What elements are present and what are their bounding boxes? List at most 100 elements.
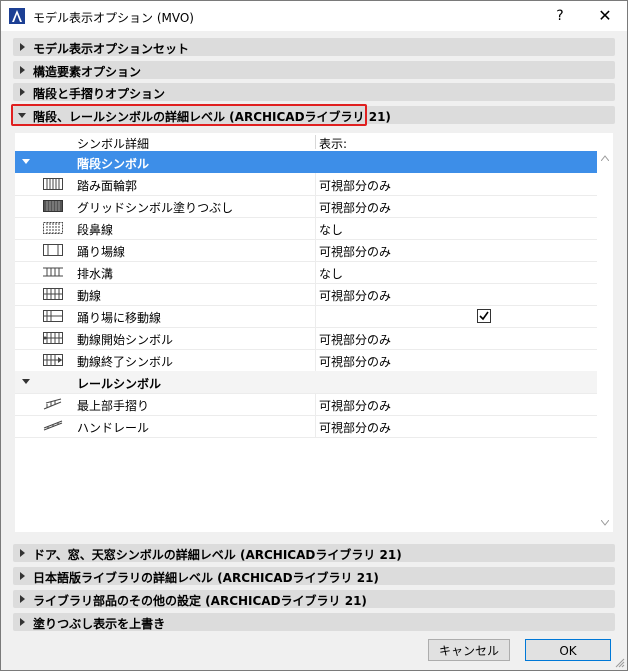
- walk-start-icon: [43, 332, 63, 344]
- group-row-rails[interactable]: レールシンボル: [15, 371, 597, 394]
- expand-arrow-icon: [20, 88, 25, 96]
- column-divider: [315, 415, 316, 437]
- section-structural-options[interactable]: 構造要素オプション: [13, 61, 615, 79]
- column-divider: [315, 327, 316, 349]
- column-divider: [315, 261, 316, 283]
- table-row[interactable]: ハンドレール 可視部分のみ: [15, 415, 597, 438]
- row-value[interactable]: なし: [319, 221, 343, 238]
- row-name: 最上部手摺り: [77, 399, 150, 413]
- grid-fill-icon: [43, 200, 63, 212]
- column-divider: [315, 393, 316, 415]
- row-value[interactable]: 可視部分のみ: [319, 177, 391, 194]
- column-divider: [315, 239, 316, 261]
- expand-arrow-icon: [20, 595, 25, 603]
- section-label: 階段と手摺りオプション: [33, 87, 166, 101]
- close-button[interactable]: ✕: [595, 7, 615, 25]
- table-row[interactable]: 動線終了シンボル 可視部分のみ: [15, 349, 597, 372]
- help-button[interactable]: ?: [550, 7, 570, 25]
- table-row[interactable]: 踊り場に移動線: [15, 305, 597, 328]
- row-name: 動線終了シンボル: [77, 355, 174, 369]
- expand-arrow-icon: [20, 43, 25, 51]
- table-row[interactable]: 最上部手摺り 可視部分のみ: [15, 393, 597, 416]
- column-divider: [315, 305, 316, 327]
- expand-arrow-icon: [20, 618, 25, 626]
- nosing-line-icon: [43, 222, 63, 234]
- column-divider: [315, 283, 316, 305]
- section-japanese-library-detail[interactable]: 日本語版ライブラリの詳細レベル (ARCHICADライブラリ 21): [13, 567, 615, 585]
- handrail-icon: [43, 420, 63, 431]
- row-name: グリッドシンボル塗りつぶし: [77, 201, 234, 215]
- table-row[interactable]: 動線開始シンボル 可視部分のみ: [15, 327, 597, 350]
- top-rail-icon: [43, 398, 62, 410]
- section-library-part-settings[interactable]: ライブラリ部品のその他の設定 (ARCHICADライブラリ 21): [13, 590, 615, 608]
- walk-end-icon: [43, 354, 63, 366]
- row-value[interactable]: 可視部分のみ: [319, 243, 391, 260]
- table-row[interactable]: 排水溝 なし: [15, 261, 597, 284]
- expand-arrow-icon: [20, 549, 25, 557]
- row-value[interactable]: なし: [319, 265, 343, 282]
- tread-outline-icon: [43, 178, 63, 190]
- row-name: 踊り場に移動線: [77, 311, 162, 325]
- table-row[interactable]: 踊り場線 可視部分のみ: [15, 239, 597, 262]
- archicad-logo-icon: [9, 8, 25, 24]
- dialog-window: モデル表示オプション (MVO) ? ✕ モデル表示オプションセット 構造要素オ…: [0, 0, 628, 671]
- row-name: 踏み面輪郭: [77, 179, 138, 193]
- group-row-stairs[interactable]: 階段シンボル: [15, 151, 597, 173]
- section-mvo-set[interactable]: モデル表示オプションセット: [13, 38, 615, 56]
- row-name: 動線開始シンボル: [77, 333, 174, 347]
- column-divider: [315, 217, 316, 239]
- section-fill-override[interactable]: 塗りつぶし表示を上書き: [13, 613, 615, 631]
- expand-arrow-icon: [20, 572, 25, 580]
- section-label: ライブラリ部品のその他の設定 (ARCHICADライブラリ 21): [33, 594, 367, 608]
- column-divider: [315, 135, 316, 149]
- row-value[interactable]: 可視部分のみ: [319, 287, 391, 304]
- section-door-window-detail[interactable]: ドア、窓、天窓シンボルの詳細レベル (ARCHICADライブラリ 21): [13, 544, 615, 562]
- table-row[interactable]: 段鼻線 なし: [15, 217, 597, 240]
- column-divider: [315, 349, 316, 371]
- row-value[interactable]: 可視部分のみ: [319, 353, 391, 370]
- column-header-display: 表示:: [319, 137, 348, 151]
- row-name: 排水溝: [77, 267, 114, 281]
- section-label: 構造要素オプション: [33, 65, 142, 79]
- row-name: 踊り場線: [77, 245, 126, 259]
- walking-line-icon: [43, 288, 63, 300]
- row-value[interactable]: 可視部分のみ: [319, 331, 391, 348]
- cancel-button[interactable]: キャンセル: [428, 639, 510, 661]
- landing-walk-icon: [43, 310, 63, 322]
- scroll-down-icon[interactable]: [601, 520, 609, 526]
- section-label: モデル表示オプションセット: [33, 42, 190, 56]
- column-divider: [315, 173, 316, 195]
- window-title: モデル表示オプション (MVO): [33, 11, 194, 25]
- row-value[interactable]: 可視部分のみ: [319, 419, 391, 436]
- row-name: 動線: [77, 289, 102, 303]
- row-name: ハンドレール: [77, 421, 150, 435]
- table-row[interactable]: 動線 可視部分のみ: [15, 283, 597, 306]
- resize-grip-icon[interactable]: [615, 658, 625, 668]
- row-value[interactable]: 可視部分のみ: [319, 397, 391, 414]
- group-label: レールシンボル: [77, 377, 162, 391]
- checkmark-icon: [479, 311, 489, 321]
- highlight-frame: [11, 104, 367, 126]
- vertical-scrollbar[interactable]: [597, 133, 613, 532]
- row-name: 段鼻線: [77, 223, 114, 237]
- column-divider: [315, 195, 316, 217]
- symbol-detail-table: シンボル詳細 表示: 階段シンボル 踏み面輪郭 可視部分のみ グリッドシンボル塗…: [15, 133, 613, 532]
- column-header-symbol: シンボル詳細: [77, 137, 150, 151]
- drain-icon: [43, 267, 63, 277]
- section-stair-rail-options[interactable]: 階段と手摺りオプション: [13, 83, 615, 101]
- table-header: シンボル詳細 表示:: [15, 133, 597, 152]
- row-value[interactable]: 可視部分のみ: [319, 199, 391, 216]
- section-label: 日本語版ライブラリの詳細レベル (ARCHICADライブラリ 21): [33, 571, 379, 585]
- landing-walk-checkbox[interactable]: [477, 309, 491, 323]
- scroll-up-icon[interactable]: [601, 155, 609, 161]
- landing-line-icon: [43, 244, 63, 256]
- table-row[interactable]: グリッドシンボル塗りつぶし 可視部分のみ: [15, 195, 597, 218]
- table-row[interactable]: 踏み面輪郭 可視部分のみ: [15, 173, 597, 196]
- collapse-arrow-icon[interactable]: [22, 379, 30, 384]
- section-label: ドア、窓、天窓シンボルの詳細レベル (ARCHICADライブラリ 21): [33, 548, 402, 562]
- group-label: 階段シンボル: [77, 157, 150, 171]
- ok-button[interactable]: OK: [525, 639, 611, 661]
- section-label: 塗りつぶし表示を上書き: [33, 617, 166, 631]
- expand-arrow-icon: [20, 66, 25, 74]
- collapse-arrow-icon[interactable]: [22, 159, 30, 164]
